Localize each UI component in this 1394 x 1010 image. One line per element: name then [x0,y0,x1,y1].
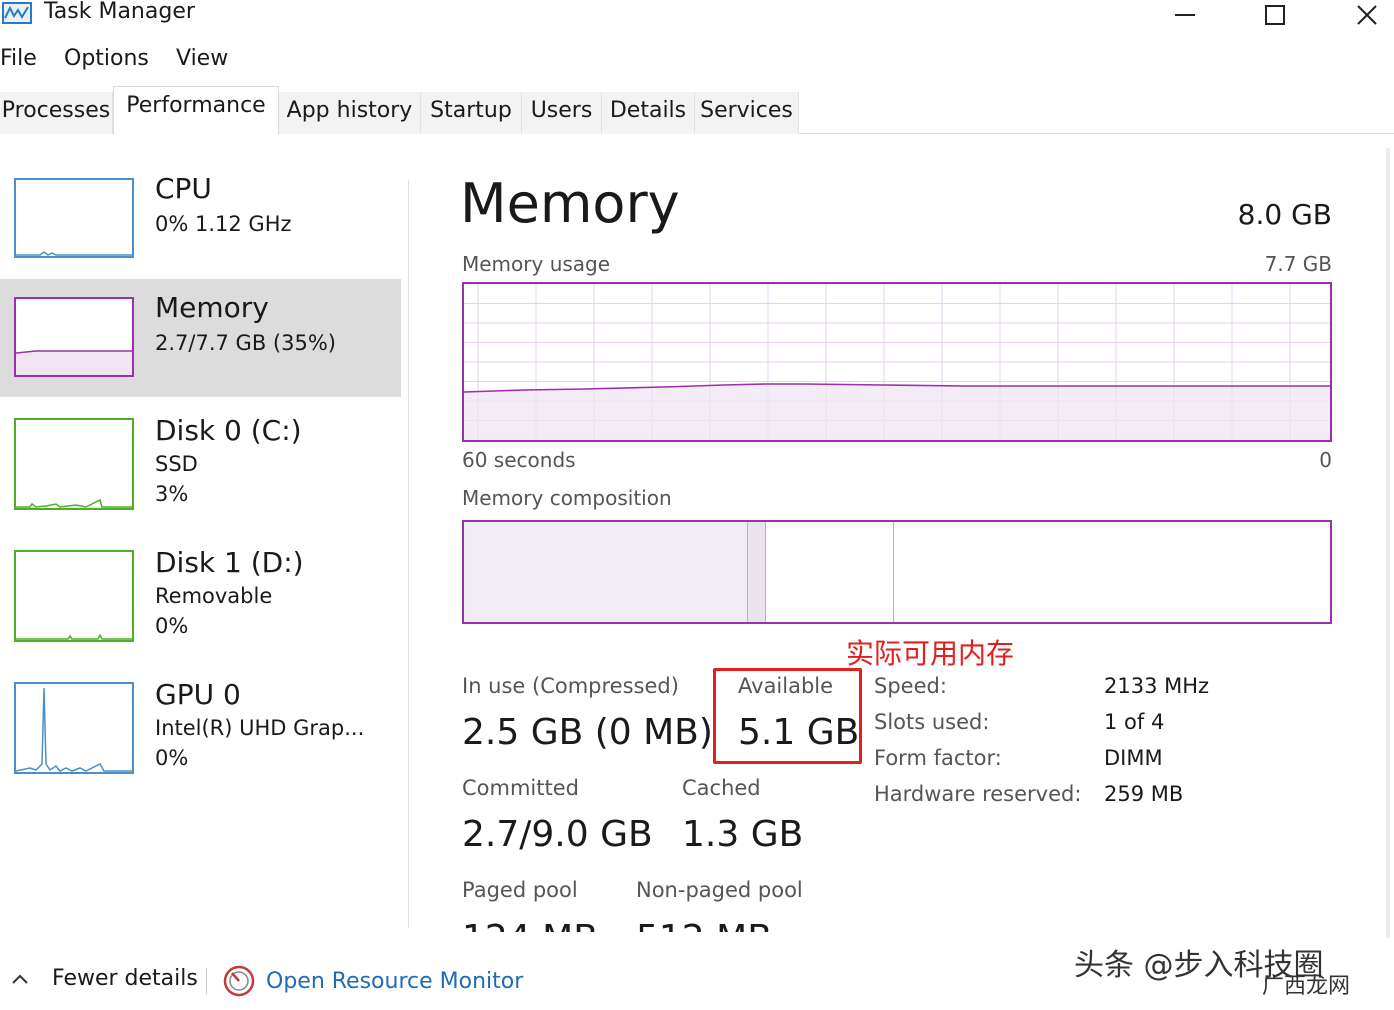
memory-composition-label: Memory composition [462,486,672,510]
tab-bar: Processes Performance App history Startu… [0,82,1394,135]
tab-performance[interactable]: Performance [113,86,279,135]
window-title: Task Manager [44,0,195,24]
form-factor-value: DIMM [1104,746,1163,770]
close-button[interactable] [1344,0,1390,30]
sidebar-item-name: Disk 1 (D:) [155,546,304,579]
sidebar-item-usage: 3% [155,482,189,506]
available-label: Available [738,674,834,698]
tab-startup[interactable]: Startup [421,92,522,134]
slots-value: 1 of 4 [1104,710,1165,734]
tab-services[interactable]: Services [695,92,799,134]
open-resource-monitor-label: Open Resource Monitor [266,968,524,994]
in-use-value: 2.5 GB (0 MB) [462,712,713,753]
sidebar-item-detail: SSD [155,452,198,476]
close-icon [1357,5,1377,25]
composition-modified [748,522,766,622]
nonpaged-pool-value: 512 MB [636,918,772,932]
sidebar-item-name: GPU 0 [155,678,241,711]
time-axis-right: 0 [1319,448,1332,472]
gpu-thumbnail-graph [14,682,134,774]
bottom-divider [206,968,207,994]
available-value: 5.1 GB [738,712,860,753]
disk1-thumbnail-graph [14,550,134,642]
speed-value: 2133 MHz [1104,674,1210,698]
cpu-thumbnail-graph [14,178,134,258]
nonpaged-pool-label: Non-paged pool [636,878,803,902]
committed-label: Committed [462,776,579,800]
memory-usage-label: Memory usage [462,252,611,276]
maximize-icon [1265,5,1285,25]
composition-free [894,522,1330,622]
scrollbar[interactable] [1386,148,1390,938]
composition-in-use [464,522,748,622]
bottom-bar: Fewer details Open Resource Monitor 头条 @… [0,948,1394,1010]
composition-standby [766,522,894,622]
sidebar-item-cpu[interactable]: CPU 0% 1.12 GHz [0,168,401,286]
time-axis-left: 60 seconds [462,448,576,472]
committed-value: 2.7/9.0 GB [462,814,653,855]
sidebar-item-gpu-0[interactable]: GPU 0 Intel(R) UHD Grap... 0% [0,672,401,784]
form-factor-label: Form factor: [874,746,1002,770]
sidebar-item-memory[interactable]: Memory 2.7/7.7 GB (35%) [0,279,401,397]
tab-processes[interactable]: Processes [0,92,113,134]
slots-label: Slots used: [874,710,990,734]
cached-value: 1.3 GB [682,814,804,855]
resource-monitor-icon [223,965,255,997]
sidebar-item-detail: 2.7/7.7 GB (35%) [155,331,336,355]
memory-composition-bar [462,520,1332,624]
speed-label: Speed: [874,674,947,698]
sidebar-item-usage: 0% [155,746,189,770]
resource-list: CPU 0% 1.12 GHz Memory 2.7/7.7 GB (35%) … [0,140,410,930]
tab-users[interactable]: Users [522,92,602,134]
in-use-label: In use (Compressed) [462,674,679,698]
sidebar-item-name: Memory [155,291,269,324]
sidebar-item-usage: 0% [155,614,189,638]
hardware-reserved-label: Hardware reserved: [874,782,1082,806]
page-title: Memory [460,172,680,235]
paged-pool-label: Paged pool [462,878,578,902]
panel-divider[interactable] [408,180,409,928]
sidebar-item-detail: Intel(R) UHD Grap... [155,716,365,740]
chevron-up-icon [12,974,28,984]
menu-view[interactable]: View [176,46,228,71]
title-bar: Task Manager [0,0,1394,34]
total-memory: 8.0 GB [1237,198,1332,231]
task-manager-icon [2,2,32,24]
maximize-button[interactable] [1252,0,1298,30]
fewer-details-button[interactable]: Fewer details [10,966,198,991]
sidebar-item-name: Disk 0 (C:) [155,414,302,447]
watermark-subtext: 广西龙网 [1262,974,1351,999]
disk0-thumbnail-graph [14,418,134,510]
minimize-icon [1175,14,1195,16]
annotation-text: 实际可用内存 [846,637,1015,670]
sidebar-item-detail: 0% 1.12 GHz [155,212,292,236]
open-resource-monitor-link[interactable]: Open Resource Monitor [222,964,523,998]
fewer-details-label: Fewer details [52,966,198,991]
sidebar-item-detail: Removable [155,584,273,608]
pool-values-row: 124 MB 512 MB [462,918,802,932]
hardware-reserved-value: 259 MB [1104,782,1184,806]
tab-app-history[interactable]: App history [279,92,421,134]
menu-file[interactable]: File [0,46,37,71]
memory-usage-max: 7.7 GB [1264,252,1332,276]
menu-options[interactable]: Options [64,46,149,71]
sidebar-item-disk-1[interactable]: Disk 1 (D:) Removable 0% [0,540,401,652]
sidebar-item-disk-0[interactable]: Disk 0 (C:) SSD 3% [0,408,401,520]
tab-details[interactable]: Details [602,92,695,134]
memory-usage-graph [462,282,1332,442]
memory-thumbnail-graph [14,297,134,377]
minimize-button[interactable] [1162,0,1208,30]
paged-pool-value: 124 MB [462,918,598,932]
sidebar-item-name: CPU [155,172,212,205]
cached-label: Cached [682,776,761,800]
